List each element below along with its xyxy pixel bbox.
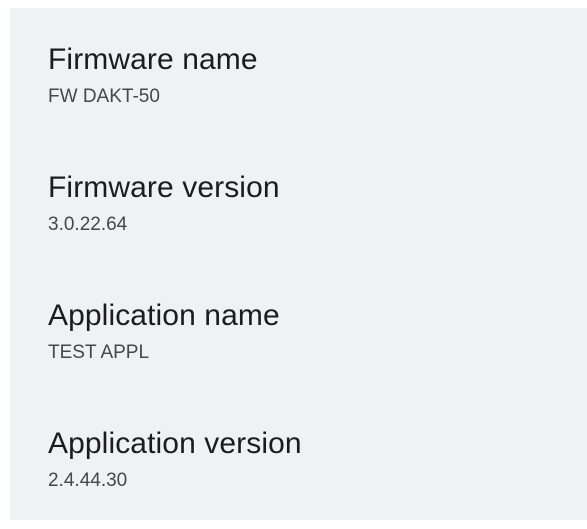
firmware-name-value: FW DAKT-50 (48, 86, 160, 107)
application-version-value: 2.4.44.30 (48, 470, 128, 491)
firmware-name-label: Firmware name (48, 43, 258, 76)
firmware-version-item: Firmware version 3.0.22.64 (48, 170, 587, 237)
device-info-panel: Firmware name FW DAKT-50 Firmware versio… (10, 8, 587, 520)
firmware-version-value: 3.0.22.64 (48, 214, 128, 235)
firmware-name-item: Firmware name FW DAKT-50 (48, 42, 587, 109)
application-version-item: Application version 2.4.44.30 (48, 426, 587, 493)
application-name-item: Application name TEST APPL (48, 298, 587, 365)
application-version-label: Application version (48, 427, 302, 460)
firmware-version-label: Firmware version (48, 171, 280, 204)
application-name-value: TEST APPL (48, 342, 150, 363)
application-name-label: Application name (48, 299, 280, 332)
